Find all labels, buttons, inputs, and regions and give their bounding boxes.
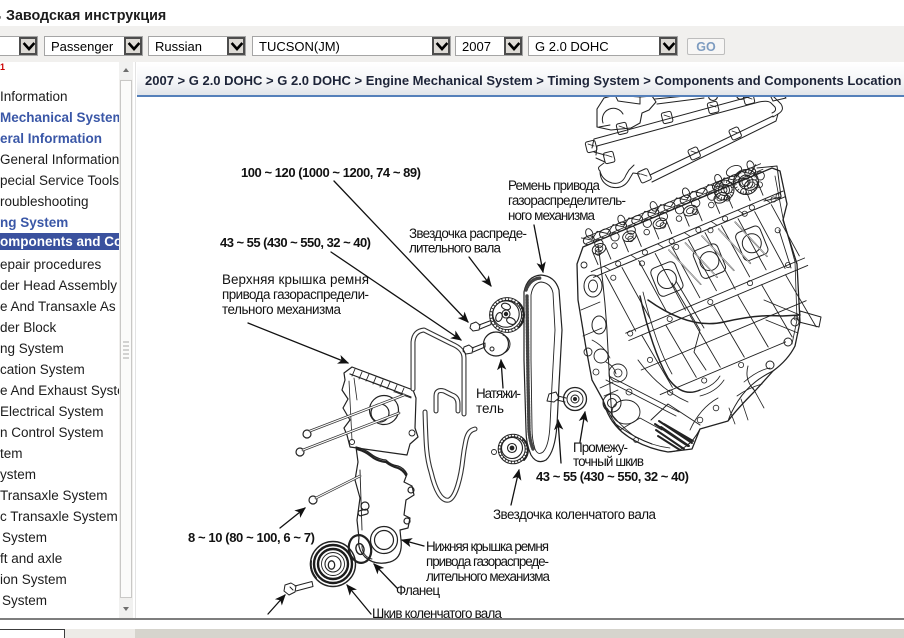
svg-text:Звездочка коленчатого вала: Звездочка коленчатого вала [493,507,657,522]
svg-text:тель: тель [476,401,504,416]
svg-text:лительного механизма: лительного механизма [426,569,551,584]
svg-text:привода газораспреде-: привода газораспреде- [426,554,549,569]
svg-text:Ремень привода: Ремень привода [508,178,601,193]
svg-text:точный шкив: точный шкив [573,454,644,469]
svg-text:Шкив коленчатого вала: Шкив коленчатого вала [372,606,503,621]
svg-text:ного механизма: ного механизма [508,208,596,223]
svg-text:43 ~ 55 (430 ~ 550, 32 ~ 40): 43 ~ 55 (430 ~ 550, 32 ~ 40) [220,235,371,250]
svg-text:тельного механизма: тельного механизма [222,302,342,317]
svg-text:привода газораспредели-: привода газораспредели- [222,287,369,302]
svg-text:Верхняя крышка ремня: Верхняя крышка ремня [222,272,369,287]
svg-text:Фланец: Фланец [396,583,440,598]
svg-text:Промежу-: Промежу- [573,440,628,455]
svg-text:лительного вала: лительного вала [409,241,502,256]
svg-text:Звездочка распреде-: Звездочка распреде- [409,226,527,241]
svg-text:Нижняя крышка ремня: Нижняя крышка ремня [426,539,549,554]
svg-text:Натяжи-: Натяжи- [476,386,521,401]
svg-text:100 ~ 120 (1000 ~ 1200, 74 ~ 8: 100 ~ 120 (1000 ~ 1200, 74 ~ 89) [241,165,421,180]
svg-text:газораспределитель-: газораспределитель- [508,193,626,208]
svg-text:8 ~ 10 (80 ~ 100, 6 ~ 7): 8 ~ 10 (80 ~ 100, 6 ~ 7) [188,530,315,545]
svg-text:43 ~ 55 (430 ~ 550, 32 ~ 40): 43 ~ 55 (430 ~ 550, 32 ~ 40) [536,469,689,484]
